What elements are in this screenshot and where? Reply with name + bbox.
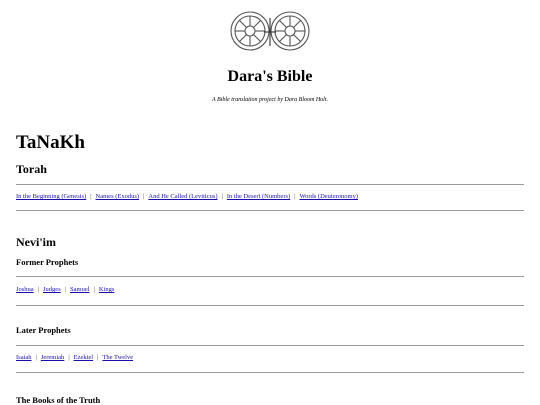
link-kings[interactable]: Kings	[99, 286, 115, 293]
separator: |	[68, 354, 70, 361]
divider	[16, 305, 524, 306]
link-judges[interactable]: Judges	[43, 286, 61, 293]
link-the-twelve[interactable]: The Twelve	[102, 354, 133, 361]
tanakh-heading: TaNaKh	[16, 132, 85, 153]
divider	[16, 345, 524, 346]
former-prophets-links: Joshua | Judges | Samuel | Kings	[16, 286, 114, 293]
link-numbers[interactable]: In the Desert (Numbers)	[227, 193, 290, 200]
separator: |	[35, 354, 37, 361]
link-genesis[interactable]: In the Beginning (Genesis)	[16, 193, 86, 200]
divider	[16, 184, 524, 185]
site-subtitle: A Bible translation project by Dara Bloo…	[212, 97, 328, 103]
separator: |	[37, 286, 40, 293]
wheels-logo-icon	[230, 11, 310, 51]
former-prophets-heading: Former Prophets	[16, 257, 79, 267]
divider	[16, 210, 524, 211]
link-jeremiah[interactable]: Jeremiah	[41, 354, 64, 361]
truth-heading: The Books of the Truth	[16, 395, 101, 405]
later-prophets-heading: Later Prophets	[16, 325, 71, 335]
separator: |	[143, 193, 145, 200]
torah-links: In the Beginning (Genesis) | Names (Exodus…	[16, 193, 358, 200]
link-samuel[interactable]: Samuel	[70, 286, 90, 293]
link-ezekiel[interactable]: Ezekiel	[74, 354, 94, 361]
link-isaiah[interactable]: Isaiah	[16, 354, 32, 361]
divider	[16, 276, 524, 277]
separator: |	[93, 286, 95, 293]
torah-heading: Torah	[16, 162, 47, 176]
later-prophets-links: Isaiah | Jeremiah | Ezekiel | The Twelve	[16, 354, 133, 361]
neviim-heading: Nevi'im	[16, 235, 56, 249]
link-deuteronomy[interactable]: Words (Deuteronomy)	[300, 193, 359, 200]
divider	[16, 372, 524, 373]
separator: |	[64, 286, 67, 293]
separator: |	[221, 193, 223, 200]
separator: |	[90, 193, 92, 200]
separator: |	[294, 193, 296, 200]
link-leviticus[interactable]: And He Called (Leviticus)	[148, 193, 217, 200]
link-exodus[interactable]: Names (Exodus)	[96, 193, 140, 200]
site-title: Dara's Bible	[227, 68, 313, 85]
link-joshua[interactable]: Joshua	[16, 286, 34, 293]
